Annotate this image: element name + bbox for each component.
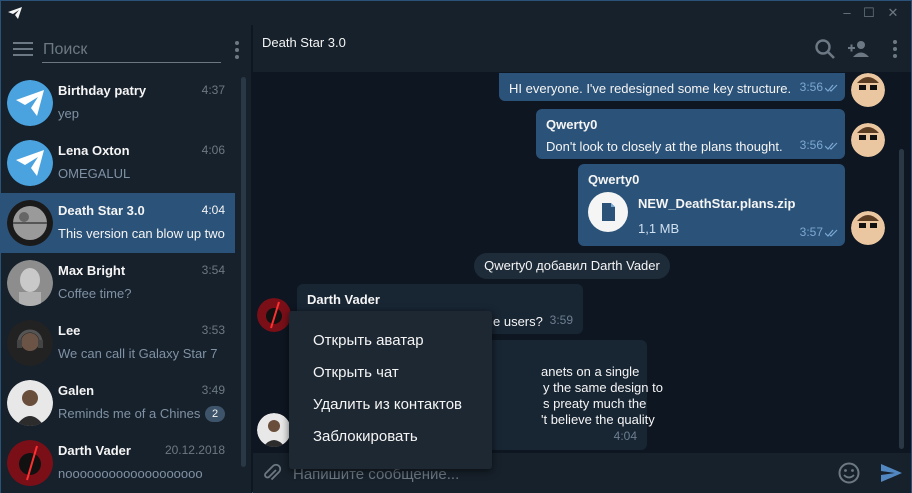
search-input[interactable] <box>42 37 221 63</box>
attach-icon[interactable] <box>261 463 283 485</box>
chat-name: Death Star 3.0 <box>58 203 145 218</box>
avatar <box>7 320 53 366</box>
chat-title[interactable]: Death Star 3.0 <box>262 35 346 50</box>
file-message-bubble[interactable]: Qwerty0 NEW_DeathStar.plans.zip 1,1 MB 3… <box>578 164 845 246</box>
message-time: 3:56 <box>799 80 823 94</box>
messages-scrollbar[interactable] <box>899 149 904 449</box>
chat-time: 3:53 <box>201 323 225 337</box>
chat-name: Lee <box>58 323 81 338</box>
file-icon[interactable] <box>588 192 628 232</box>
avatar <box>7 80 53 126</box>
message-text: e users? <box>493 314 543 329</box>
sidebar-scrollbar[interactable] <box>241 77 246 467</box>
file-size: 1,1 MB <box>638 221 680 236</box>
avatar[interactable] <box>851 123 885 157</box>
chat-name: Lena Oxton <box>58 143 130 158</box>
avatar <box>7 140 53 186</box>
chat-item-lee[interactable]: Lee 3:53 We can call it Galaxy Star 7 <box>1 313 235 373</box>
message-text: Don't look to closely at the plans thoug… <box>546 139 783 154</box>
avatar[interactable] <box>257 298 291 332</box>
unread-badge: 2 <box>205 406 225 422</box>
menu-item-block[interactable]: Заблокировать <box>289 421 492 453</box>
chat-preview: yep <box>58 106 79 121</box>
chat-header: Death Star 3.0 <box>253 25 911 73</box>
avatar <box>7 260 53 306</box>
chat-time: 20.12.2018 <box>164 443 225 457</box>
chat-time: 3:54 <box>201 263 225 277</box>
app-window: – ☐ ✕ Birthday patry 4:37 yep Lena <box>0 0 912 493</box>
sender-name[interactable]: Darth Vader <box>307 292 380 307</box>
chat-name: Darth Vader <box>58 443 131 458</box>
chat-time: 4:04 <box>201 203 225 217</box>
chat-name: Galen <box>58 383 95 398</box>
chat-time: 4:37 <box>201 83 225 97</box>
avatar[interactable] <box>851 73 885 107</box>
chat-preview: This version can blow up two <box>58 226 225 241</box>
chat-name: Max Bright <box>58 263 126 278</box>
avatar <box>7 200 53 246</box>
message-text-line: anets on a single <box>541 364 640 379</box>
chat-item-lena-oxton[interactable]: Lena Oxton 4:06 OMEGALUL <box>1 133 235 193</box>
message-text-line: 't believe the quality <box>541 412 655 427</box>
sidebar: Birthday patry 4:37 yep Lena Oxton 4:06 … <box>1 25 252 493</box>
chat-item-darth-vader[interactable]: Darth Vader 20.12.2018 noooooooooooooooo… <box>1 433 235 493</box>
chat-preview: OMEGALUL <box>58 166 131 181</box>
chat-item-death-star[interactable]: Death Star 3.0 4:04 This version can blo… <box>1 193 235 253</box>
telegram-logo-icon <box>8 7 22 19</box>
close-button[interactable]: ✕ <box>883 3 903 23</box>
maximize-button[interactable]: ☐ <box>859 3 879 23</box>
chat-more-icon[interactable] <box>893 40 897 61</box>
add-member-icon[interactable] <box>847 37 871 61</box>
chat-time: 3:49 <box>201 383 225 397</box>
title-bar: – ☐ ✕ <box>1 1 911 25</box>
chat-list: Birthday patry 4:37 yep Lena Oxton 4:06 … <box>1 73 237 493</box>
sender-name[interactable]: Qwerty0 <box>546 117 597 132</box>
chat-preview: Coffee time? <box>58 286 132 301</box>
chat-time: 4:06 <box>201 143 225 157</box>
minimize-button[interactable]: – <box>837 3 857 23</box>
search-icon[interactable] <box>813 37 837 61</box>
chat-preview: We can call it Galaxy Star 7 <box>58 346 218 361</box>
read-checks-icon <box>825 229 838 237</box>
file-name[interactable]: NEW_DeathStar.plans.zip <box>638 196 795 211</box>
avatar[interactable] <box>257 413 291 447</box>
service-message: Qwerty0 добавил Darth Vader <box>474 253 670 279</box>
message-time: 3:59 <box>549 313 573 327</box>
menu-item-open-chat[interactable]: Открыть чат <box>289 357 492 389</box>
avatar <box>7 380 53 426</box>
message-text: HI everyone. I've redesigned some key st… <box>509 81 792 96</box>
chat-name: Birthday patry <box>58 83 147 98</box>
chat-item-max-bright[interactable]: Max Bright 3:54 Coffee time? <box>1 253 235 313</box>
context-menu: Открыть аватар Открыть чат Удалить из ко… <box>289 311 492 469</box>
sidebar-more-icon[interactable] <box>235 41 239 62</box>
hamburger-menu-icon[interactable] <box>13 42 33 56</box>
message-bubble[interactable]: HI everyone. I've redesigned some key st… <box>499 73 845 101</box>
message-bubble[interactable]: Qwerty0 Don't look to closely at the pla… <box>536 109 845 159</box>
chat-preview: Reminds me of a Chinese <box>58 406 201 421</box>
message-text-line: y the same design to <box>543 380 663 395</box>
message-time: 4:04 <box>613 429 637 443</box>
menu-item-open-avatar[interactable]: Открыть аватар <box>289 325 492 357</box>
read-checks-icon <box>825 84 838 92</box>
chat-item-galen[interactable]: Galen 3:49 Reminds me of a Chinese 2 <box>1 373 235 433</box>
message-time: 3:57 <box>799 225 823 239</box>
message-text-line: s preaty much the <box>543 396 647 411</box>
avatar <box>7 440 53 486</box>
chat-item-birthday-patry[interactable]: Birthday patry 4:37 yep <box>1 73 235 133</box>
message-time: 3:56 <box>799 138 823 152</box>
avatar[interactable] <box>851 211 885 245</box>
send-icon[interactable] <box>879 461 903 485</box>
emoji-icon[interactable] <box>837 461 861 485</box>
menu-item-remove-contact[interactable]: Удалить из контактов <box>289 389 492 421</box>
search-row <box>1 25 252 73</box>
chat-preview: nooooooooooooooooooo <box>58 466 203 481</box>
read-checks-icon <box>825 142 838 150</box>
sender-name[interactable]: Qwerty0 <box>588 172 639 187</box>
